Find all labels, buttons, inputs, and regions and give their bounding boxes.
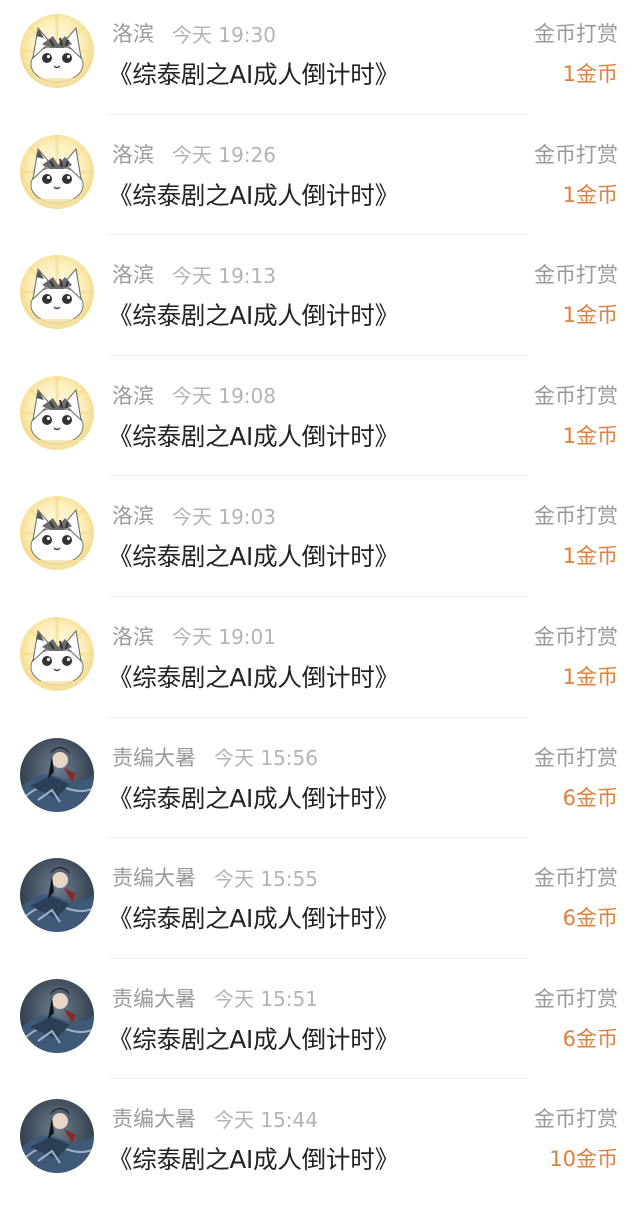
list-item[interactable]: 责编大暑 今天 15:51 《综泰剧之AI成人倒计时》 金币打赏 6金币 [0, 965, 640, 1086]
divider [108, 234, 528, 236]
reward-type: 金币打赏 [534, 624, 618, 649]
cat-avatar-icon[interactable] [20, 134, 94, 209]
cat-avatar-icon[interactable] [20, 375, 94, 450]
reward-amount: 1金币 [562, 544, 618, 569]
cat-avatar-icon[interactable] [20, 616, 94, 691]
list-item[interactable]: 责编大暑 今天 15:55 《综泰剧之AI成人倒计时》 金币打赏 6金币 [0, 844, 640, 965]
list-item[interactable]: 洛滨 今天 19:03 《综泰剧之AI成人倒计时》 金币打赏 1金币 [0, 482, 640, 603]
reward-amount: 1金币 [562, 182, 618, 207]
reward-amount: 1金币 [562, 664, 618, 689]
cat-avatar-icon[interactable] [20, 255, 94, 330]
sender-name[interactable]: 洛滨 [112, 621, 154, 651]
divider [108, 595, 528, 597]
sender-name[interactable]: 责编大暑 [112, 742, 196, 772]
timestamp: 今天 19:08 [172, 384, 276, 409]
list-item[interactable]: 洛滨 今天 19:30 《综泰剧之AI成人倒计时》 金币打赏 1金币 [0, 0, 640, 121]
warrior-avatar-icon[interactable] [20, 1099, 94, 1174]
sender-meta: 洛滨 今天 19:01 [112, 621, 276, 651]
sender-name[interactable]: 洛滨 [112, 139, 154, 169]
book-title[interactable]: 《综泰剧之AI成人倒计时》 [108, 538, 399, 573]
book-title[interactable]: 《综泰剧之AI成人倒计时》 [108, 1141, 399, 1176]
reward-amount: 6金币 [562, 785, 618, 810]
sender-name[interactable]: 洛滨 [112, 18, 154, 48]
book-title[interactable]: 《综泰剧之AI成人倒计时》 [108, 1021, 399, 1056]
reward-type: 金币打赏 [534, 745, 618, 770]
book-title[interactable]: 《综泰剧之AI成人倒计时》 [108, 900, 399, 935]
sender-name[interactable]: 责编大暑 [112, 1103, 196, 1133]
reward-amount: 6金币 [562, 1026, 618, 1051]
sender-meta: 责编大暑 今天 15:55 [112, 862, 318, 892]
sender-name[interactable]: 责编大暑 [112, 862, 196, 892]
divider [108, 354, 528, 356]
sender-meta: 洛滨 今天 19:13 [112, 259, 276, 289]
reward-type: 金币打赏 [534, 866, 618, 891]
reward-amount: 1金币 [562, 423, 618, 448]
reward-type: 金币打赏 [534, 1107, 618, 1132]
reward-amount: 1金币 [562, 62, 618, 86]
sender-name[interactable]: 洛滨 [112, 500, 154, 530]
book-title[interactable]: 《综泰剧之AI成人倒计时》 [108, 177, 399, 212]
cat-avatar-icon[interactable] [20, 496, 94, 571]
reward-amount: 1金币 [562, 303, 618, 328]
timestamp: 今天 15:51 [214, 987, 318, 1012]
divider [108, 837, 528, 839]
timestamp: 今天 15:55 [214, 866, 318, 891]
list-item[interactable]: 洛滨 今天 19:26 《综泰剧之AI成人倒计时》 金币打赏 1金币 [0, 121, 640, 242]
reward-type: 金币打赏 [534, 504, 618, 529]
divider [108, 113, 528, 115]
timestamp: 今天 15:44 [214, 1107, 318, 1132]
book-title[interactable]: 《综泰剧之AI成人倒计时》 [108, 780, 399, 815]
book-title[interactable]: 《综泰剧之AI成人倒计时》 [108, 659, 399, 694]
timestamp: 今天 19:03 [172, 504, 276, 529]
list-item[interactable]: 洛滨 今天 19:08 《综泰剧之AI成人倒计时》 金币打赏 1金币 [0, 362, 640, 483]
sender-meta: 责编大暑 今天 15:51 [112, 983, 318, 1013]
reward-type: 金币打赏 [534, 986, 618, 1011]
list-item[interactable]: 洛滨 今天 19:01 《综泰剧之AI成人倒计时》 金币打赏 1金币 [0, 603, 640, 724]
timestamp: 今天 19:01 [172, 625, 276, 650]
reward-amount: 6金币 [562, 906, 618, 931]
divider [108, 957, 528, 959]
book-title[interactable]: 《综泰剧之AI成人倒计时》 [108, 56, 399, 91]
warrior-avatar-icon[interactable] [20, 978, 94, 1053]
sender-meta: 洛滨 今天 19:30 [112, 18, 276, 48]
sender-name[interactable]: 责编大暑 [112, 983, 196, 1013]
reward-list: 洛滨 今天 19:30 《综泰剧之AI成人倒计时》 金币打赏 1金币 洛滨 今天… [0, 0, 640, 1206]
list-item[interactable]: 洛滨 今天 19:13 《综泰剧之AI成人倒计时》 金币打赏 1金币 [0, 241, 640, 362]
timestamp: 今天 19:13 [172, 263, 276, 288]
book-title[interactable]: 《综泰剧之AI成人倒计时》 [108, 297, 399, 332]
divider [108, 1078, 528, 1080]
sender-meta: 洛滨 今天 19:03 [112, 500, 276, 530]
timestamp: 今天 19:30 [172, 22, 276, 47]
reward-type: 金币打赏 [534, 263, 618, 288]
warrior-avatar-icon[interactable] [20, 737, 94, 812]
list-item[interactable]: 责编大暑 今天 15:56 《综泰剧之AI成人倒计时》 金币打赏 6金币 [0, 724, 640, 845]
reward-amount: 10金币 [549, 1147, 618, 1172]
sender-meta: 洛滨 今天 19:08 [112, 380, 276, 410]
timestamp: 今天 19:26 [172, 143, 276, 168]
timestamp: 今天 15:56 [214, 746, 318, 771]
warrior-avatar-icon[interactable] [20, 858, 94, 933]
list-item[interactable]: 责编大暑 今天 15:44 《综泰剧之AI成人倒计时》 金币打赏 10金币 [0, 1085, 640, 1206]
sender-name[interactable]: 洛滨 [112, 380, 154, 410]
sender-meta: 洛滨 今天 19:26 [112, 139, 276, 169]
sender-name[interactable]: 洛滨 [112, 259, 154, 289]
divider [108, 716, 528, 718]
sender-meta: 责编大暑 今天 15:44 [112, 1103, 318, 1133]
divider [108, 475, 528, 477]
reward-type: 金币打赏 [534, 383, 618, 408]
sender-meta: 责编大暑 今天 15:56 [112, 742, 318, 772]
reward-type: 金币打赏 [534, 22, 618, 46]
cat-avatar-icon[interactable] [20, 14, 94, 88]
reward-type: 金币打赏 [534, 142, 618, 167]
book-title[interactable]: 《综泰剧之AI成人倒计时》 [108, 418, 399, 453]
